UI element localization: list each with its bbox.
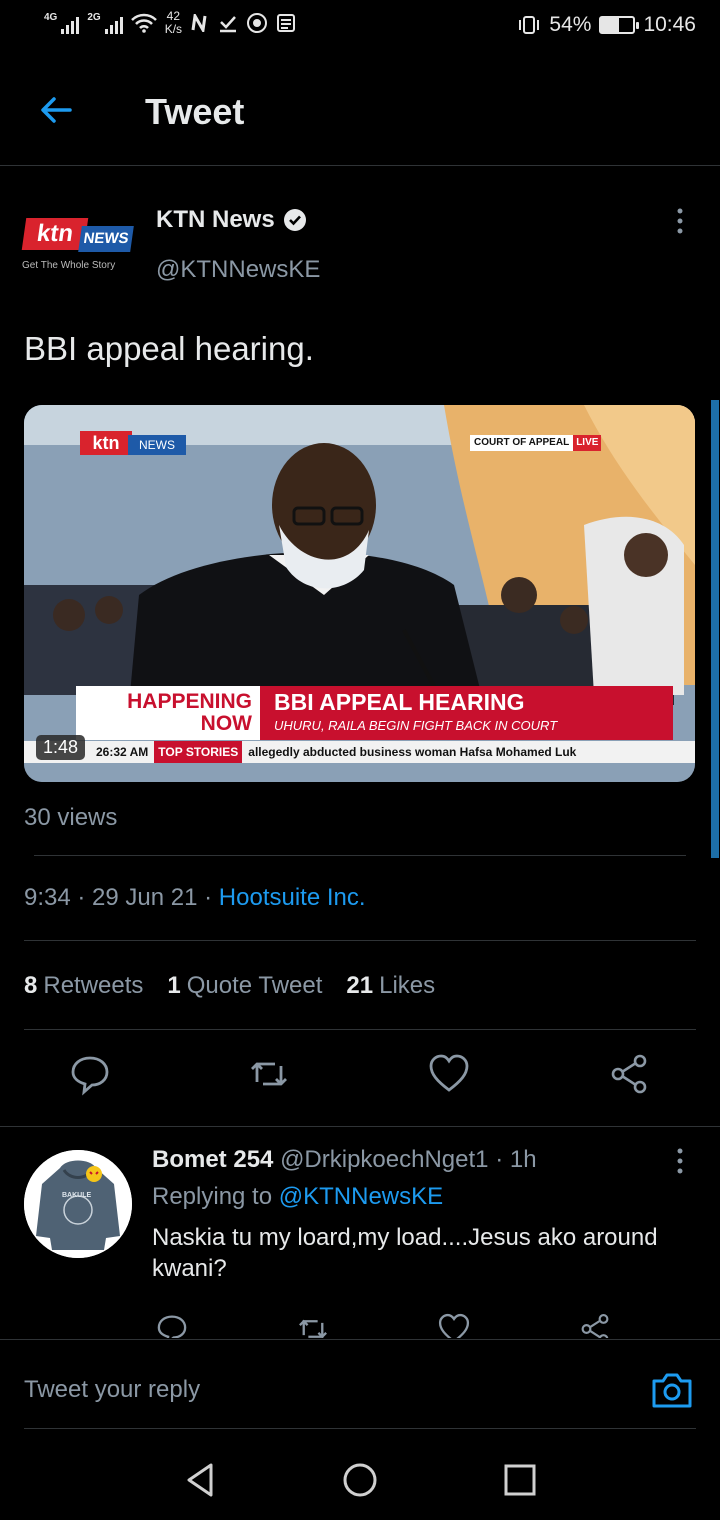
reply-header: Bomet 254 @DrkipkoechNget1 · 1h [152,1146,537,1174]
ticker-time: 26:32 AM [96,745,149,759]
replying-to-handle[interactable]: @KTNNewsKE [279,1183,443,1210]
page-title: Tweet [145,91,245,132]
more-vertical-icon[interactable] [668,1146,692,1176]
top-app-bar: Tweet [0,56,720,166]
status-bar-left: 4G 2G 42 K/s [44,10,296,36]
likes-count: 21 [346,972,374,999]
likes-label: Likes [379,972,436,999]
vibrate-icon [519,16,540,34]
happening-now-label: HAPPENING NOW [76,686,260,740]
court-label: COURT OF APPEAL LIVE [470,435,602,451]
video-player[interactable]: ktn NEWS COURT OF APPEAL LIVE HAPPENING … [24,405,695,782]
video-logo-badge: NEWS [128,435,186,455]
signal-2g-icon: 2G [87,12,123,34]
video-logo-text: ktn [80,431,132,455]
video-duration: 1:48 [36,735,86,760]
status-bar: 4G 2G 42 K/s 54% 10:46 [0,0,720,56]
reply-input[interactable]: Tweet your reply [24,1376,200,1404]
quotes-count: 1 [167,972,181,999]
video-headline: BBI APPEAL HEARING UHURU, RAILA BEGIN FI… [260,686,673,740]
nav-back-icon[interactable] [180,1460,220,1500]
reply-icon[interactable] [155,1312,189,1338]
status-bar-right: 54% 10:46 [517,13,696,37]
happening-line1: HAPPENING [127,690,252,713]
tweet-stats: 8 Retweets 1 Quote Tweet 21 Likes [24,972,435,1000]
replying-prefix: Replying to [152,1183,279,1210]
divider [24,1428,696,1429]
tweet-text: BBI appeal hearing. [24,330,314,367]
video-lower-third: HAPPENING NOW BBI APPEAL HEARING UHURU, … [76,686,673,740]
tweet-timestamp: 9:34 · 29 Jun 21 · Hootsuite Inc. [24,884,366,912]
author-avatar[interactable]: ktn NEWS Get The Whole Story [21,210,134,280]
retweet-icon[interactable] [296,1312,330,1338]
like-icon[interactable] [429,1052,469,1096]
reply-time: · 1h [495,1146,537,1173]
retweets-label: Retweets [43,972,144,999]
wifi-icon [130,13,157,33]
news-app-icon [277,14,296,32]
tweet-time: 9:34 · 29 Jun 21 · [24,884,219,911]
divider [24,940,696,941]
retweet-icon[interactable] [249,1052,289,1096]
ticker-text: allegedly abducted business woman Hafsa … [248,745,577,759]
nfc-n-icon [191,14,207,32]
reply-author-handle[interactable]: @DrkipkoechNget1 [280,1146,488,1173]
network-4g-label: 4G [44,12,58,23]
download-done-icon [220,16,237,33]
quotes-stat[interactable]: 1 Quote Tweet [167,972,322,1000]
court-label-text: COURT OF APPEAL [474,437,570,448]
quotes-label: Quote Tweet [186,972,323,999]
signal-4g-icon: 4G [44,12,80,34]
avatar-tagline: Get The Whole Story [22,260,116,271]
verified-icon [283,209,306,231]
scroll-indicator[interactable] [711,400,719,858]
reply-text: Naskia tu my loard,my load....Jesus ako … [152,1224,658,1282]
reply-avatar[interactable]: BAKULE [24,1150,132,1258]
video-channel-logo: ktn NEWS [80,431,188,455]
speed-unit: K/s [164,22,183,36]
nav-home-icon[interactable] [340,1460,380,1500]
tweet-actions [0,1052,720,1104]
more-vertical-icon[interactable] [668,206,692,236]
divider [24,1029,696,1030]
hoodie-print-text: BAKULE [62,1192,92,1199]
battery-icon [599,16,640,34]
back-arrow-icon[interactable] [34,88,78,132]
author-name[interactable]: KTN News [156,206,307,234]
video-headline-title: BBI APPEAL HEARING [274,689,525,715]
share-icon[interactable] [578,1312,612,1338]
network-2g-label: 2G [87,12,101,23]
share-icon[interactable] [609,1052,649,1096]
retweets-stat[interactable]: 8 Retweets [24,972,143,1000]
network-speed: 42 K/s [165,10,182,36]
divider [0,1126,720,1127]
view-count: 30 views [24,804,118,831]
replying-to: Replying to @KTNNewsKE [152,1183,443,1211]
author-handle[interactable]: @KTNNewsKE [156,256,320,284]
clock: 10:46 [643,13,696,36]
like-icon[interactable] [437,1312,471,1338]
divider [34,855,686,856]
system-nav-bar [0,1450,720,1510]
reply-composer: Tweet your reply [0,1339,720,1429]
video-ticker: 26:32 AM TOP STORIES allegedly abducted … [24,741,695,763]
camera-icon[interactable] [650,1370,694,1410]
retweets-count: 8 [24,972,38,999]
battery-fill [601,18,619,32]
tweet-source-link[interactable]: Hootsuite Inc. [219,884,366,911]
likes-stat[interactable]: 21 Likes [346,972,435,1000]
reply-actions [0,1308,720,1338]
ticker-tag: TOP STORIES [154,741,243,763]
battery-percent: 54% [549,13,592,36]
nav-recents-icon[interactable] [500,1460,540,1500]
video-headline-sub: UHURU, RAILA BEGIN FIGHT BACK IN COURT [274,718,558,733]
live-badge: LIVE [573,435,602,451]
author-name-text: KTN News [156,206,275,233]
club-badge-icon [247,13,268,33]
avatar-badge: NEWS [78,226,134,252]
hoodie-image [24,1150,132,1258]
happening-line2: NOW [200,712,252,735]
reply-icon[interactable] [70,1052,110,1096]
reply-author-name[interactable]: Bomet 254 [152,1146,273,1173]
